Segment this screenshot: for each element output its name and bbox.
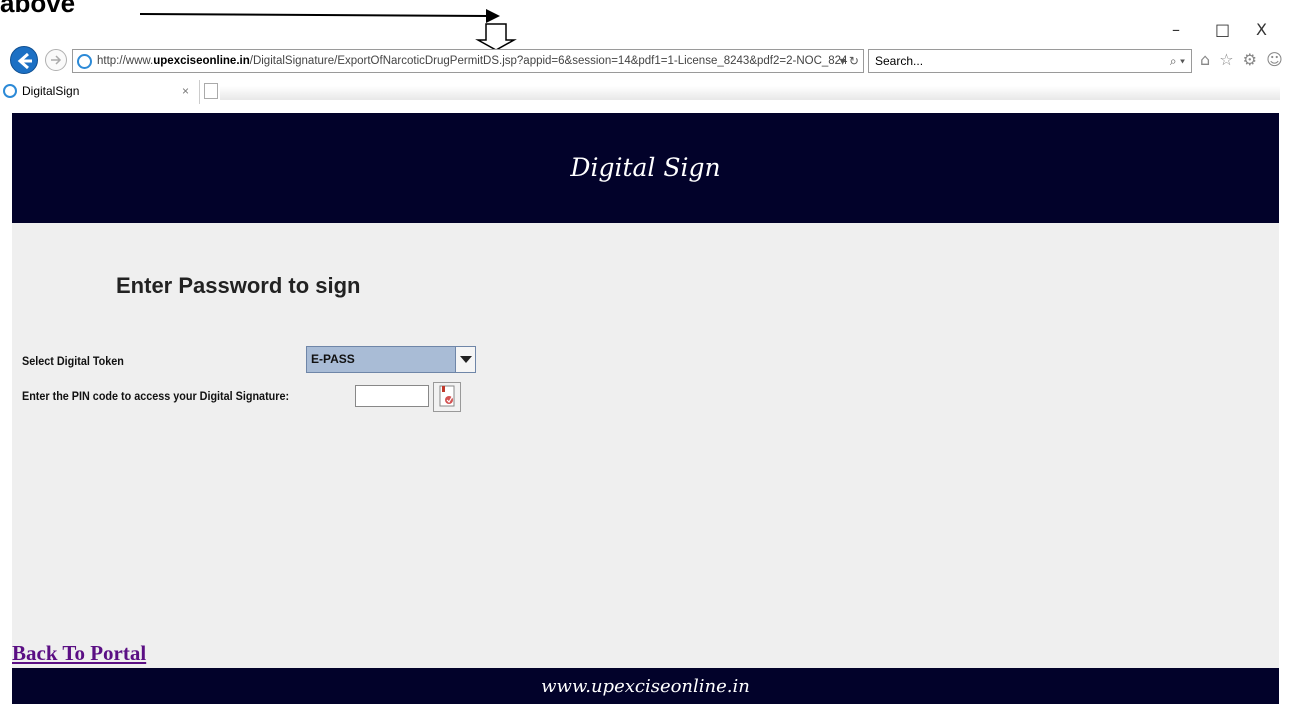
arrow-left-icon [17, 52, 32, 70]
tab-strip-fill [220, 86, 1280, 100]
tab-close-icon[interactable]: × [182, 80, 189, 102]
address-bar[interactable]: http://www.upexciseonline.in/DigitalSign… [72, 49, 864, 73]
pin-label: Enter the PIN code to access your Digita… [22, 389, 290, 403]
minimize-button[interactable]: – [1172, 20, 1180, 39]
url-path: /DigitalSignature/ExportOfNarcoticDrugPe… [249, 55, 848, 67]
tab-strip: DigitalSign × [0, 80, 1290, 106]
search-icon[interactable]: ⌕ ▾ [1170, 50, 1185, 72]
restore-button[interactable]: □ [1215, 20, 1230, 39]
arrow-right-icon [51, 55, 62, 65]
toolbar-icons[interactable]: ⌂ ☆ ⚙ ☺ [1200, 50, 1285, 69]
back-button[interactable] [10, 46, 38, 74]
navigation-bar: http://www.upexciseonline.in/DigitalSign… [0, 44, 1290, 78]
forward-button[interactable] [45, 49, 67, 71]
page-content: Digital Sign Enter Password to sign Sele… [12, 113, 1279, 704]
url-domain: upexciseonline.in [153, 55, 250, 67]
token-select[interactable]: E-PASS [306, 346, 476, 373]
refresh-icon[interactable]: ▾ ↻ [840, 50, 859, 72]
back-to-portal-link[interactable]: Back To Portal [12, 641, 146, 666]
new-tab-button[interactable] [204, 83, 218, 99]
page-footer: www.upexciseonline.in [12, 668, 1279, 704]
pin-input[interactable] [355, 385, 429, 407]
ie-icon [77, 54, 92, 69]
sign-button[interactable] [433, 382, 461, 412]
certificate-icon [439, 385, 455, 407]
tab-ie-icon [3, 84, 17, 98]
token-label: Select Digital Token [22, 354, 124, 368]
close-window-button[interactable]: X [1256, 20, 1267, 39]
tab-title: DigitalSign [22, 84, 80, 98]
footer-text: www.upexciseonline.in [541, 676, 750, 697]
tab-digitalsign[interactable]: DigitalSign × [0, 80, 200, 104]
search-input[interactable]: Search... ⌕ ▾ [868, 49, 1192, 73]
header-title: Digital Sign [570, 153, 721, 182]
token-select-value: E-PASS [311, 352, 355, 366]
page-heading: Enter Password to sign [116, 273, 361, 298]
annotation-arrow-icon [139, 9, 517, 50]
chevron-down-icon[interactable] [455, 347, 475, 372]
url-prefix: http://www. [97, 55, 154, 67]
page-header: Digital Sign [12, 113, 1279, 223]
search-placeholder: Search... [875, 54, 924, 68]
